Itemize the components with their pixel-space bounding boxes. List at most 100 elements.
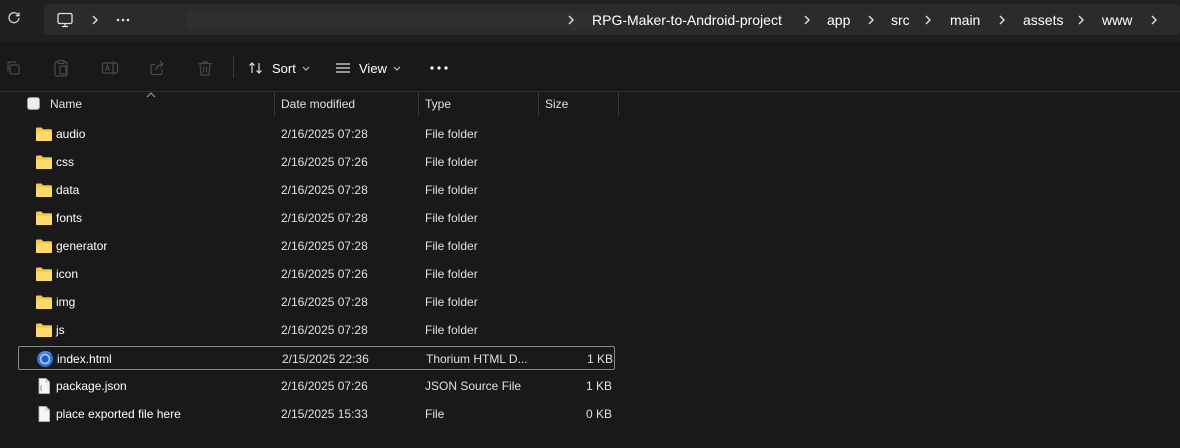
refresh-icon[interactable] [4,8,24,28]
breadcrumb-item[interactable]: src [891,4,910,35]
file-date: 2/16/2025 07:26 [281,155,368,169]
file-row[interactable]: fonts 2/16/2025 07:28 File folder [18,206,615,230]
chevron-right-icon[interactable] [1074,4,1088,35]
file-date: 2/16/2025 07:28 [281,211,368,225]
file-name: css [56,155,74,169]
sort-ascending-icon [145,86,157,98]
folder-icon [35,293,53,311]
more-options-icon[interactable] [428,56,450,80]
chevron-right-icon[interactable] [88,4,102,35]
column-header: Name Date modified Type Size [0,92,1180,116]
file-size [538,234,612,258]
sort-icon [248,61,264,75]
file-row[interactable]: data 2/16/2025 07:28 File folder [18,178,615,202]
file-type: File folder [425,323,478,337]
file-name: package.json [56,379,127,393]
file-date: 2/15/2025 15:33 [281,407,368,421]
file-date: 2/16/2025 07:28 [281,239,368,253]
folder-icon [35,237,53,255]
folder-icon [35,321,53,339]
folder-icon [35,125,53,143]
chevron-right-icon[interactable] [1147,4,1161,35]
rename-icon[interactable] [100,58,120,78]
column-name[interactable]: Name [50,92,82,116]
file-type: File folder [425,183,478,197]
title-bar: RPG-Maker-to-Android-project app src mai… [0,0,1180,42]
breadcrumb-item[interactable]: www [1102,4,1132,35]
breadcrumb-item[interactable]: app [827,4,850,35]
file-row[interactable]: index.html 2/15/2025 22:36 Thorium HTML … [18,346,615,370]
chevron-right-icon[interactable] [864,4,878,35]
file-name: place exported file here [56,407,181,421]
column-divider[interactable] [618,92,619,116]
chevron-down-icon [302,66,310,71]
file-name: audio [56,127,86,141]
file-row[interactable]: package.json 2/16/2025 07:26 JSON Source… [18,374,615,398]
file-row[interactable]: generator 2/16/2025 07:28 File folder [18,234,615,258]
file-size [538,290,612,314]
file-size: 1 KB [585,379,612,393]
view-button[interactable]: View [335,56,401,80]
file-row[interactable]: place exported file here 2/15/2025 15:33… [18,402,615,426]
this-pc-icon[interactable] [56,4,74,35]
file-type: File folder [425,295,478,309]
breadcrumb-item[interactable]: RPG-Maker-to-Android-project [592,4,782,35]
chevron-down-icon [393,66,401,71]
column-divider[interactable] [418,92,419,116]
file-type: File [425,407,445,421]
address-bar[interactable]: RPG-Maker-to-Android-project app src mai… [44,4,1180,35]
file-name: img [56,295,76,309]
more-path-icon[interactable] [116,4,130,35]
file-name: fonts [56,211,83,225]
paste-icon[interactable] [51,58,71,78]
chevron-right-icon[interactable] [800,4,814,35]
view-list-icon [335,62,351,74]
sort-label: Sort [272,60,296,76]
breadcrumb-item[interactable]: assets [1023,4,1063,35]
column-date-modified[interactable]: Date modified [281,92,355,116]
copy-icon[interactable] [3,58,23,78]
chevron-right-icon[interactable] [995,4,1009,35]
file-type: File folder [425,267,478,281]
folder-icon [35,153,53,171]
select-all-checkbox[interactable] [27,97,40,110]
file-row[interactable]: audio 2/16/2025 07:28 File folder [18,122,615,146]
chevron-right-icon[interactable] [564,4,578,35]
browser-html-icon [36,350,54,368]
column-divider[interactable] [538,92,539,116]
share-icon[interactable] [147,58,167,78]
file-date: 2/16/2025 07:28 [281,127,368,141]
column-size[interactable]: Size [545,92,568,116]
file-icon [35,405,53,423]
file-date: 2/16/2025 07:26 [281,379,368,393]
file-date: 2/16/2025 07:28 [281,323,368,337]
chevron-right-icon[interactable] [921,4,935,35]
column-type[interactable]: Type [425,92,451,116]
column-divider[interactable] [274,92,275,116]
breadcrumb-item[interactable]: main [950,4,980,35]
file-name: icon [56,267,79,281]
file-row[interactable]: css 2/16/2025 07:26 File folder [18,150,615,174]
file-type: File folder [425,127,478,141]
delete-icon[interactable] [195,58,215,78]
redacted-path [186,12,606,30]
file-row[interactable]: icon 2/16/2025 07:26 File folder [18,262,615,286]
file-type: JSON Source File [425,379,522,393]
file-size [538,122,612,146]
file-size: 1 KB [586,352,613,366]
sort-button[interactable]: Sort [248,56,310,80]
file-type: File folder [425,155,478,169]
folder-icon [35,209,53,227]
file-date: 2/16/2025 07:28 [281,183,368,197]
file-date: 2/16/2025 07:26 [281,267,368,281]
file-size [538,178,612,202]
file-name: data [56,183,80,197]
file-row[interactable]: img 2/16/2025 07:28 File folder [18,290,615,314]
file-name: index.html [57,352,112,366]
view-label: View [359,60,387,76]
toolbar-divider [233,56,234,78]
file-size [538,206,612,230]
file-size [538,318,612,342]
folder-icon [35,265,53,283]
file-row[interactable]: js 2/16/2025 07:28 File folder [18,318,615,342]
